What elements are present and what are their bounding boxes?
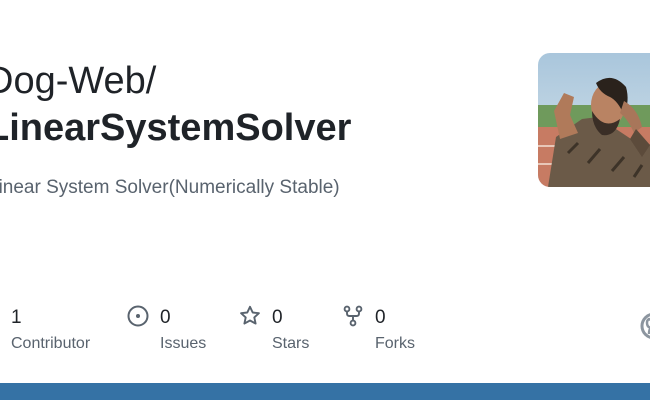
avatar-photo	[538, 53, 650, 187]
owner-avatar[interactable]	[538, 53, 650, 187]
forks-label: Forks	[375, 335, 415, 352]
star-icon	[240, 305, 260, 325]
issues-count: 0	[160, 307, 171, 328]
fork-icon	[343, 305, 363, 327]
stars-count: 0	[272, 307, 283, 328]
repo-social-card: Dog-Web/ LinearSystemSolver Linear Syste…	[0, 0, 650, 400]
contributors-count: 1	[11, 307, 22, 328]
repo-owner[interactable]: Dog-Web/	[0, 58, 156, 104]
repo-name[interactable]: LinearSystemSolver	[0, 105, 351, 151]
issues-label: Issues	[160, 335, 207, 352]
repo-description: Linear System Solver(Numerically Stable)	[0, 177, 340, 198]
issues-icon	[127, 305, 149, 327]
github-logo-icon	[640, 313, 650, 339]
forks-count: 0	[375, 307, 386, 328]
stars-label: Stars	[272, 335, 310, 352]
contributors-label: Contributor	[11, 335, 91, 352]
language-bar	[0, 383, 650, 400]
